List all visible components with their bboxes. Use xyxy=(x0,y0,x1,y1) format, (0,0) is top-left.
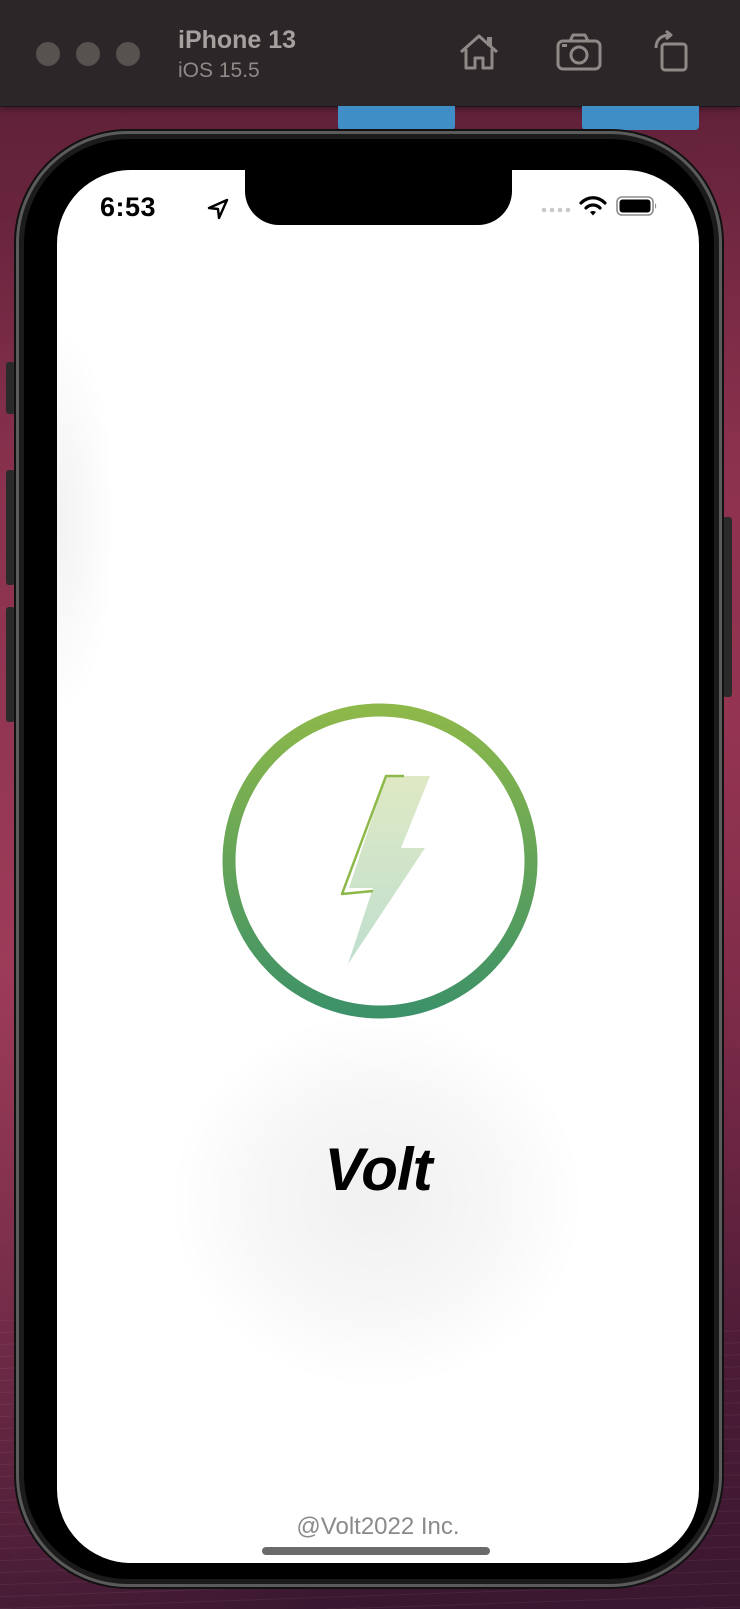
device-screen: 6:53 Volt @Volt2022 Inc. xyxy=(57,170,699,1563)
wifi-icon xyxy=(579,196,607,216)
power-button xyxy=(723,517,732,697)
background-window-tab xyxy=(582,106,699,130)
status-time: 6:53 xyxy=(100,192,157,222)
logo-bolt xyxy=(348,776,430,964)
iphone-frame: 6:53 Volt @Volt2022 Inc. xyxy=(16,131,722,1587)
lightning-bolt-icon xyxy=(222,703,538,1019)
close-window-button[interactable] xyxy=(36,42,60,66)
zoom-window-button[interactable] xyxy=(116,42,140,66)
home-indicator[interactable] xyxy=(262,1547,490,1555)
app-name: Volt xyxy=(324,1136,432,1203)
rotate-icon[interactable] xyxy=(648,30,696,74)
simulator-toolbar: iPhone 13 iOS 15.5 xyxy=(0,0,740,107)
screenshot-icon[interactable] xyxy=(555,30,603,74)
minimize-window-button[interactable] xyxy=(76,42,100,66)
location-arrow-icon xyxy=(207,198,229,220)
background-window-tab xyxy=(338,106,455,130)
volume-up-button xyxy=(6,470,15,585)
volume-down-button xyxy=(6,607,15,722)
home-icon[interactable] xyxy=(455,30,503,74)
mute-switch xyxy=(6,362,15,414)
device-bezel: 6:53 Volt @Volt2022 Inc. xyxy=(24,139,714,1579)
battery-icon xyxy=(616,196,657,216)
copyright-text: @Volt2022 Inc. xyxy=(296,1513,460,1540)
signal-icon xyxy=(541,207,571,213)
os-version: iOS 15.5 xyxy=(178,59,260,82)
device-notch xyxy=(245,170,512,225)
device-name: iPhone 13 xyxy=(178,26,297,54)
screen-shading xyxy=(57,320,117,720)
